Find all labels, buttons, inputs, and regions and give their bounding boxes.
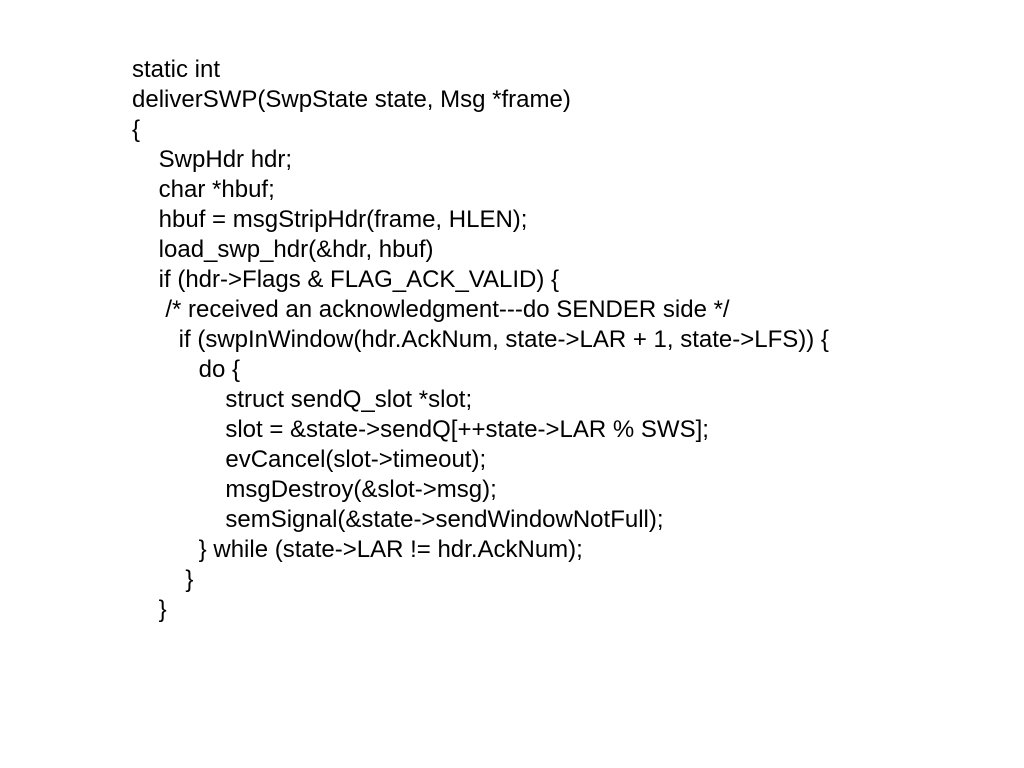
code-block: static int deliverSWP(SwpState state, Ms… (0, 0, 1024, 625)
